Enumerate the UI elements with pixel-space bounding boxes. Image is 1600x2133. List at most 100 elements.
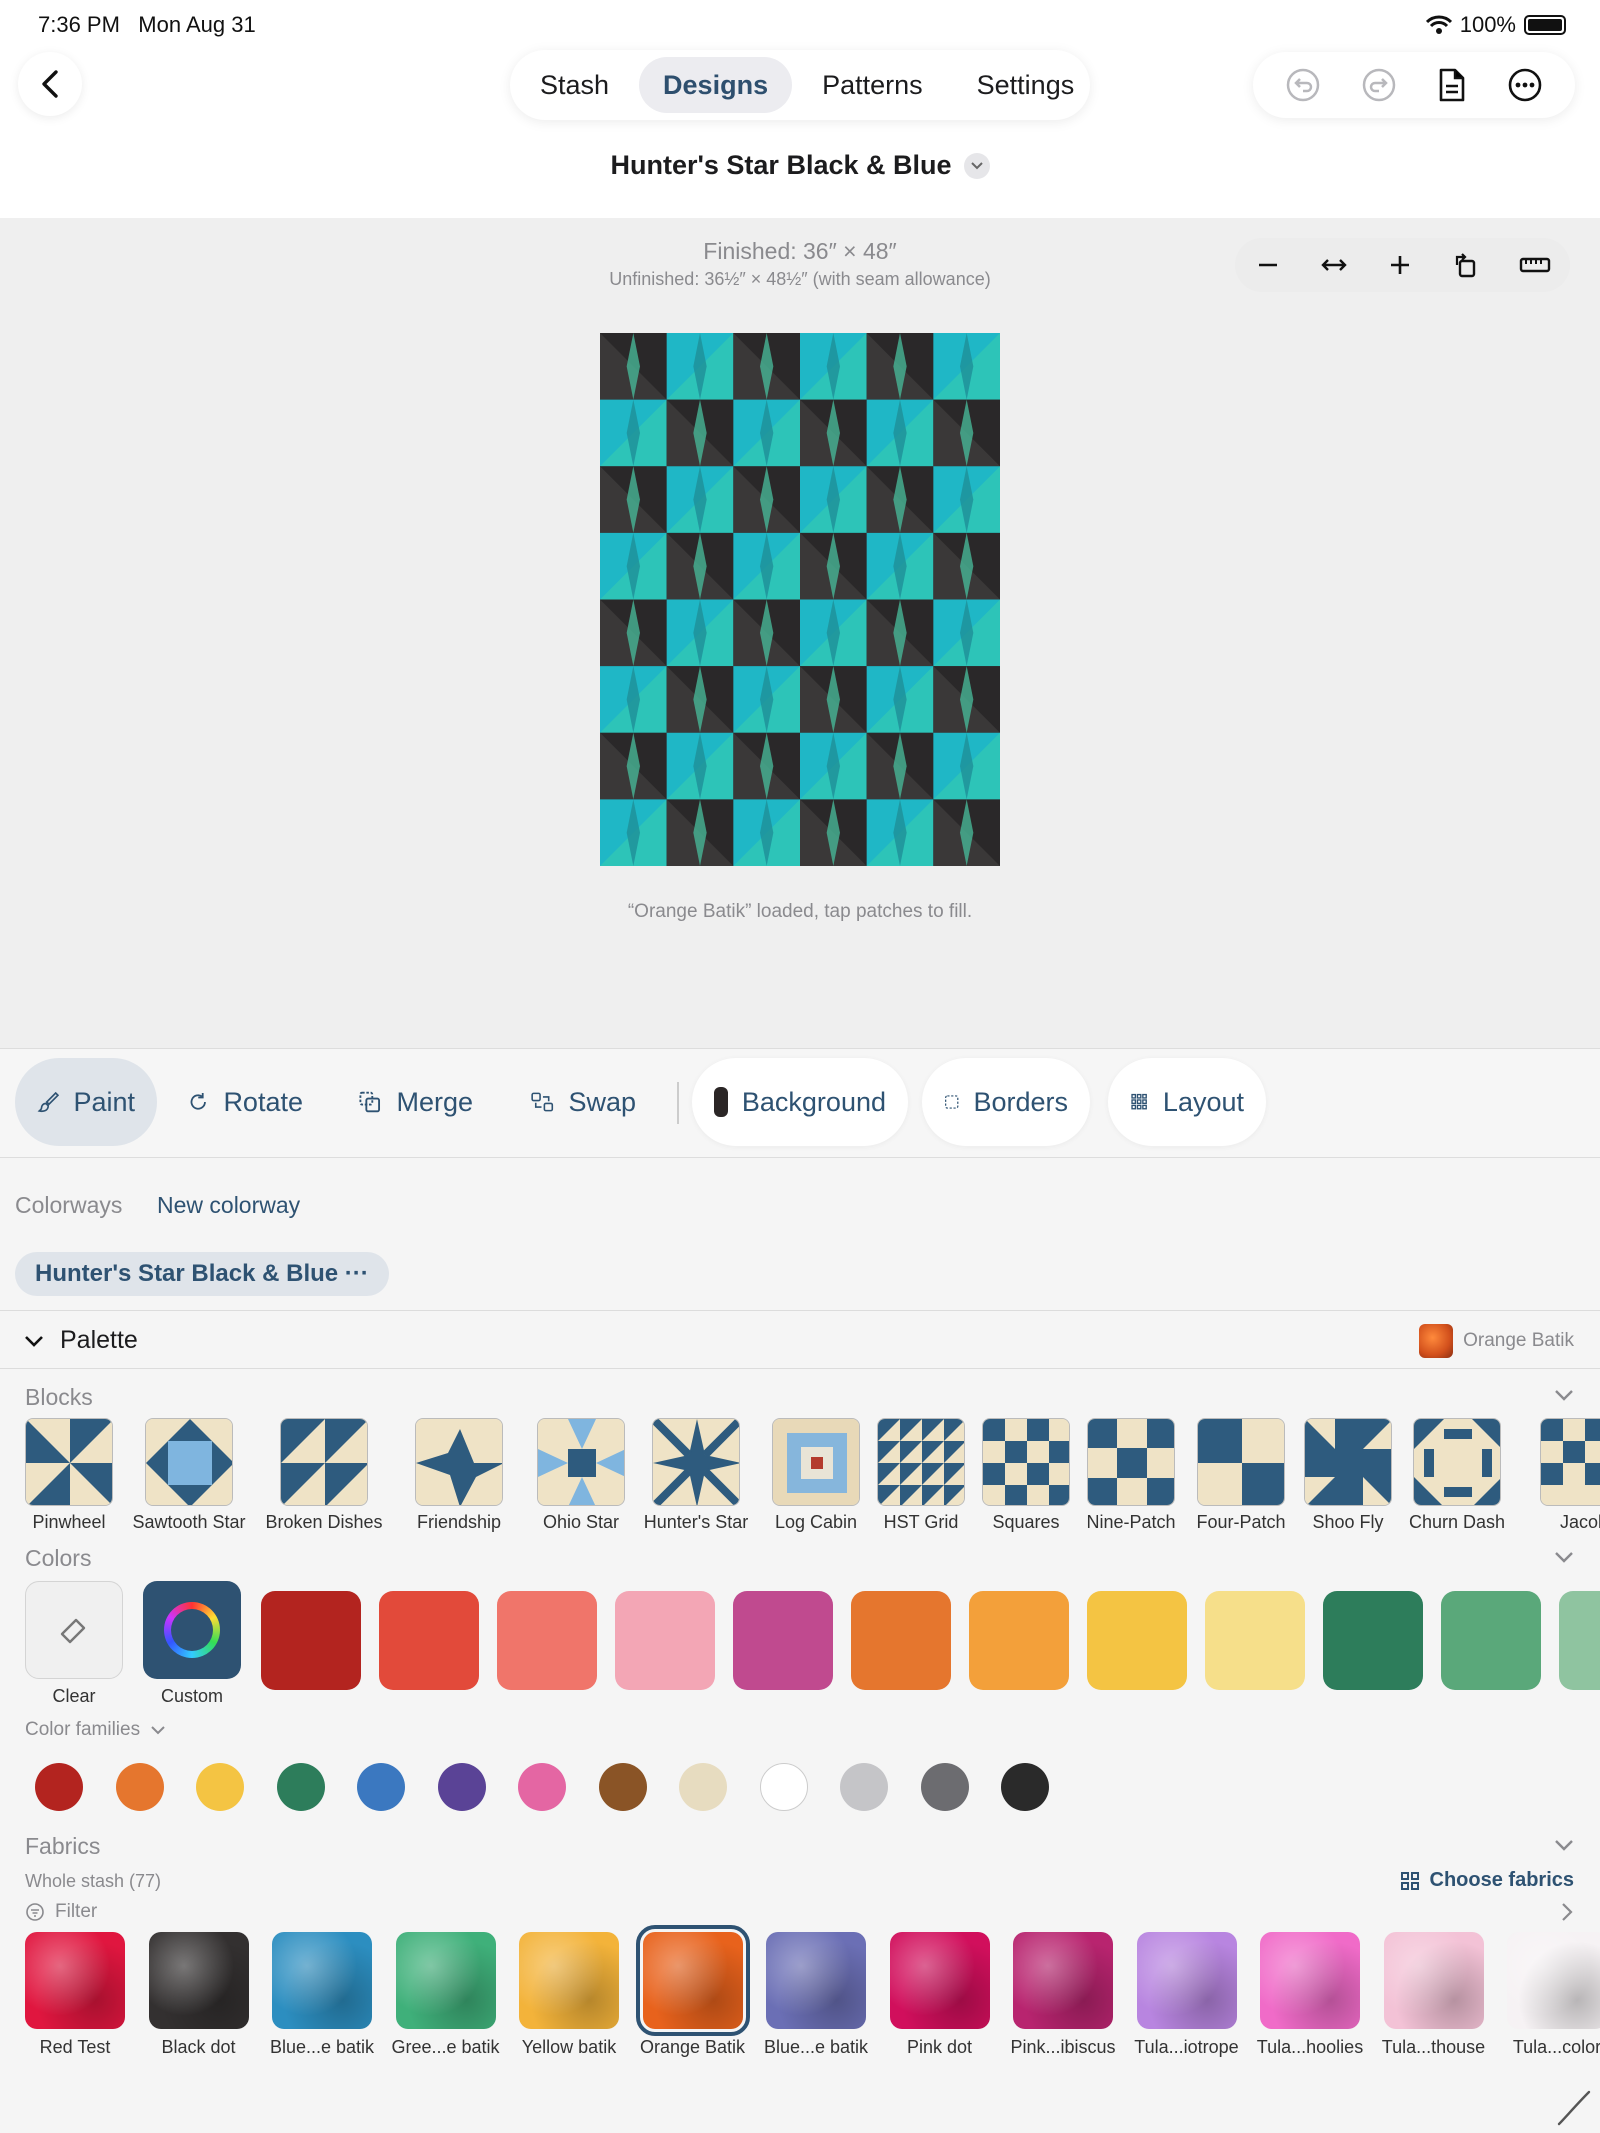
merge-tool[interactable]: Merge (335, 1058, 495, 1146)
color-family-dot[interactable] (276, 1763, 325, 1811)
fit-width-icon[interactable] (1320, 252, 1348, 278)
block-friendship[interactable] (415, 1418, 503, 1506)
document-icon[interactable] (1437, 67, 1467, 103)
quilt-block[interactable] (933, 399, 1000, 467)
redo-icon[interactable] (1361, 67, 1397, 103)
back-button[interactable] (18, 52, 82, 116)
layout-tool[interactable]: Layout (1108, 1058, 1266, 1146)
block-squares[interactable] (982, 1418, 1070, 1506)
quilt-block[interactable] (866, 399, 934, 467)
block-nine-patch[interactable] (1087, 1418, 1175, 1506)
quilt-block[interactable] (666, 399, 734, 467)
quilt-block[interactable] (800, 599, 867, 667)
block-pinwheel[interactable] (25, 1418, 113, 1506)
color-family-dot[interactable] (598, 1763, 647, 1811)
quilt-block[interactable] (733, 799, 800, 866)
color-swatch[interactable] (969, 1591, 1069, 1690)
design-title-row[interactable]: Hunter's Star Black & Blue (0, 150, 1600, 181)
quilt-block[interactable] (600, 333, 667, 400)
quilt-block[interactable] (666, 799, 734, 866)
block-hst-grid[interactable] (877, 1418, 965, 1506)
quilt-block[interactable] (800, 399, 867, 467)
color-family-dot[interactable] (35, 1763, 83, 1811)
fabric-swatch[interactable] (148, 1932, 249, 2029)
rotate-tool[interactable]: Rotate (165, 1058, 325, 1146)
block-broken-dishes[interactable] (280, 1418, 368, 1506)
color-families-toggle[interactable]: Color families (25, 1719, 166, 1741)
filter-button[interactable]: Filter (25, 1901, 97, 1923)
quilt-block[interactable] (600, 399, 667, 467)
color-family-dot[interactable] (357, 1763, 405, 1811)
quilt-block[interactable] (866, 466, 934, 533)
color-family-dot[interactable] (196, 1763, 244, 1811)
quilt-block[interactable] (866, 333, 934, 400)
block-four-patch[interactable] (1197, 1418, 1285, 1506)
quilt-block[interactable] (866, 732, 934, 800)
fabric-swatch[interactable] (889, 1932, 990, 2029)
quilt-block[interactable] (866, 532, 934, 600)
quilt-block[interactable] (933, 466, 1000, 533)
quilt-block[interactable] (733, 466, 800, 533)
quilt-block[interactable] (933, 532, 1000, 600)
color-swatch[interactable] (1559, 1591, 1600, 1690)
tab-designs[interactable]: Designs (639, 57, 793, 113)
color-family-dot[interactable] (115, 1763, 164, 1811)
fabric-swatch[interactable] (519, 1932, 619, 2029)
block-churn-dash[interactable] (1413, 1418, 1501, 1506)
new-colorway-button[interactable]: New colorway (157, 1192, 300, 1219)
chevron-down-icon[interactable] (1554, 1550, 1574, 1564)
color-family-dot[interactable] (437, 1763, 486, 1811)
fabric-swatch[interactable] (1136, 1932, 1237, 2029)
color-swatch[interactable] (1441, 1591, 1541, 1690)
palette-header[interactable]: Palette (24, 1326, 138, 1355)
quilt-block[interactable] (933, 599, 1000, 667)
zoom-out-icon[interactable] (1255, 252, 1281, 278)
color-swatch[interactable] (379, 1591, 479, 1690)
quilt-block[interactable] (666, 532, 734, 600)
more-icon[interactable] (1507, 67, 1543, 103)
quilt-block[interactable] (600, 799, 667, 866)
color-family-dot[interactable] (920, 1763, 969, 1811)
quilt-block[interactable] (933, 799, 1000, 866)
color-swatch[interactable] (615, 1591, 715, 1690)
quilt-block[interactable] (933, 666, 1000, 733)
swap-tool[interactable]: Swap (508, 1058, 658, 1146)
quilt-block[interactable] (933, 333, 1000, 400)
clear-color-button[interactable] (25, 1581, 123, 1679)
color-swatch[interactable] (1323, 1591, 1423, 1690)
rotate-icon[interactable] (1452, 251, 1480, 279)
borders-tool[interactable]: Borders (922, 1058, 1090, 1146)
quilt-block[interactable] (733, 532, 800, 600)
chevron-down-icon[interactable] (1554, 1388, 1574, 1402)
fabric-swatch[interactable] (1507, 1932, 1600, 2029)
block-shoo-fly[interactable] (1304, 1418, 1392, 1506)
block-sawtooth-star[interactable] (145, 1418, 233, 1506)
custom-color-button[interactable] (143, 1581, 241, 1679)
quilt-block[interactable] (666, 732, 734, 800)
color-family-dot[interactable] (679, 1763, 727, 1811)
color-swatch[interactable] (261, 1591, 361, 1690)
block-ohio-star[interactable] (537, 1418, 625, 1506)
quilt-block[interactable] (666, 466, 734, 533)
chevron-right-icon[interactable] (1560, 1901, 1574, 1923)
quilt-block[interactable] (866, 666, 934, 733)
quilt-block[interactable] (733, 333, 800, 400)
colorway-chip[interactable]: Hunter's Star Black & Blue ··· (15, 1252, 389, 1296)
undo-icon[interactable] (1285, 67, 1321, 103)
choose-fabrics-button[interactable]: Choose fabrics (1400, 1869, 1574, 1892)
fabric-swatch[interactable] (1383, 1932, 1484, 2029)
quilt-block[interactable] (666, 599, 734, 667)
quilt-block[interactable] (666, 666, 734, 733)
zoom-in-icon[interactable] (1387, 252, 1413, 278)
quilt-block[interactable] (733, 666, 800, 733)
fabric-swatch[interactable] (766, 1932, 866, 2029)
tab-settings[interactable]: Settings (953, 57, 1099, 113)
quilt-block[interactable] (600, 599, 667, 667)
fabric-swatch[interactable] (1260, 1932, 1360, 2029)
quilt-block[interactable] (800, 799, 867, 866)
quilt-block[interactable] (733, 732, 800, 800)
block-jacob[interactable] (1540, 1418, 1600, 1506)
fabric-swatch[interactable] (25, 1932, 125, 2029)
ruler-icon[interactable] (1519, 254, 1551, 276)
quilt-block[interactable] (800, 333, 867, 400)
